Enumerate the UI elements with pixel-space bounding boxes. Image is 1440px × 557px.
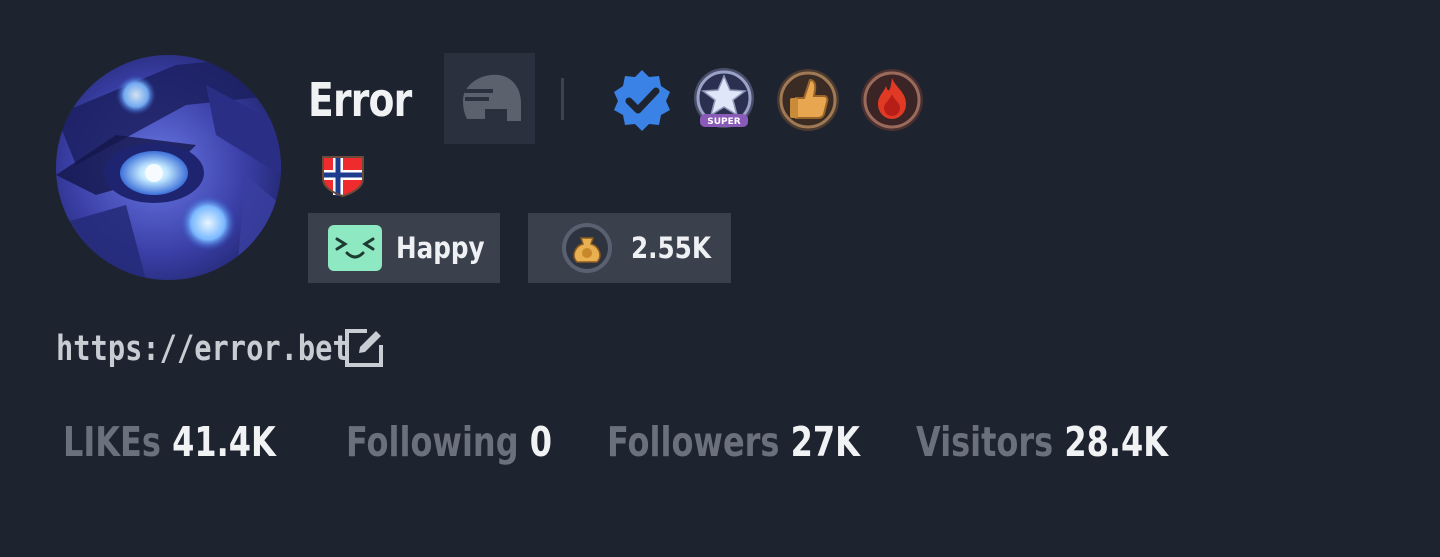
edit-icon[interactable] (343, 327, 385, 369)
stat-label: Followers (607, 418, 780, 466)
norway-flag-icon (321, 153, 365, 198)
profile-link[interactable]: https://error.bet (56, 326, 350, 372)
avatar[interactable] (56, 55, 281, 280)
stat-value: 0 (529, 418, 552, 466)
profile-name: Error (308, 73, 412, 127)
coins-chip[interactable]: 2.55K (528, 213, 731, 283)
header-divider (561, 78, 564, 120)
stat-following[interactable]: Following 0 (346, 412, 552, 472)
coins-value: 2.55K (631, 231, 711, 265)
stat-visitors[interactable]: Visitors 28.4K (916, 412, 1168, 472)
fire-badge-icon[interactable] (858, 66, 926, 134)
coin-bag-icon (561, 222, 613, 274)
stat-value: 41.4K (172, 418, 276, 466)
thumbs-up-badge-icon[interactable] (774, 66, 842, 134)
verified-badge-icon[interactable] (608, 66, 676, 134)
stat-label: LIKEs (63, 418, 161, 466)
stat-value: 28.4K (1064, 418, 1169, 466)
mood-chip[interactable]: Happy (308, 213, 500, 283)
stat-followers[interactable]: Followers 27K (607, 412, 860, 472)
stat-label: Following (346, 418, 519, 466)
happy-face-icon (328, 225, 382, 271)
mood-label: Happy (395, 231, 485, 265)
stat-label: Visitors (916, 418, 1054, 466)
guild-helmet-icon[interactable] (444, 53, 535, 144)
stat-likes[interactable]: LIKEs 41.4K (63, 412, 276, 472)
stat-value: 27K (790, 418, 860, 466)
super-badge-label: SUPER (707, 117, 741, 127)
super-badge-icon[interactable]: SUPER (690, 66, 758, 134)
